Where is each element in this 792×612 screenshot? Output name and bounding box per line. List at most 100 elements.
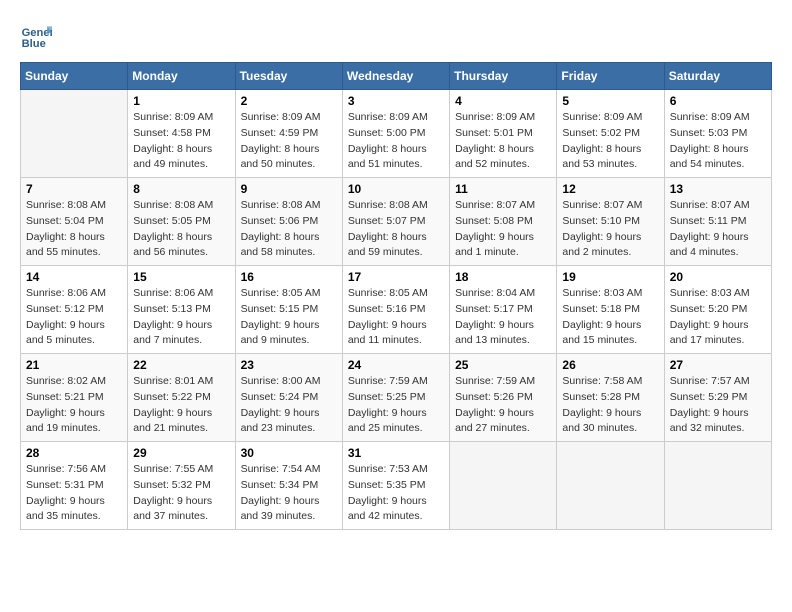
day-info: Sunrise: 8:09 AMSunset: 5:03 PMDaylight:… — [670, 110, 766, 173]
calendar-day — [557, 442, 664, 530]
day-info: Sunrise: 8:08 AMSunset: 5:07 PMDaylight:… — [348, 198, 444, 261]
logo: General Blue — [20, 20, 56, 52]
day-number: 4 — [455, 94, 551, 108]
day-info: Sunrise: 7:58 AMSunset: 5:28 PMDaylight:… — [562, 374, 658, 437]
calendar-day: 19 Sunrise: 8:03 AMSunset: 5:18 PMDayligh… — [557, 266, 664, 354]
calendar-day: 18 Sunrise: 8:04 AMSunset: 5:17 PMDayligh… — [450, 266, 557, 354]
day-number: 31 — [348, 446, 444, 460]
calendar-day: 21 Sunrise: 8:02 AMSunset: 5:21 PMDayligh… — [21, 354, 128, 442]
calendar-day: 16 Sunrise: 8:05 AMSunset: 5:15 PMDayligh… — [235, 266, 342, 354]
day-number: 10 — [348, 182, 444, 196]
day-info: Sunrise: 8:07 AMSunset: 5:10 PMDaylight:… — [562, 198, 658, 261]
calendar-day: 22 Sunrise: 8:01 AMSunset: 5:22 PMDayligh… — [128, 354, 235, 442]
calendar-day: 14 Sunrise: 8:06 AMSunset: 5:12 PMDayligh… — [21, 266, 128, 354]
day-info: Sunrise: 7:56 AMSunset: 5:31 PMDaylight:… — [26, 462, 122, 525]
calendar-day: 24 Sunrise: 7:59 AMSunset: 5:25 PMDayligh… — [342, 354, 449, 442]
day-info: Sunrise: 8:07 AMSunset: 5:08 PMDaylight:… — [455, 198, 551, 261]
day-number: 17 — [348, 270, 444, 284]
calendar-day: 27Sunrise: 7:57 AMSunset: 5:29 PMDayligh… — [664, 354, 771, 442]
day-number: 24 — [348, 358, 444, 372]
calendar-day: 26 Sunrise: 7:58 AMSunset: 5:28 PMDayligh… — [557, 354, 664, 442]
day-info: Sunrise: 8:03 AMSunset: 5:18 PMDaylight:… — [562, 286, 658, 349]
calendar-day: 17 Sunrise: 8:05 AMSunset: 5:16 PMDayligh… — [342, 266, 449, 354]
day-number: 6 — [670, 94, 766, 108]
day-info: Sunrise: 8:06 AMSunset: 5:13 PMDaylight:… — [133, 286, 229, 349]
calendar-day: 30 Sunrise: 7:54 AMSunset: 5:34 PMDayligh… — [235, 442, 342, 530]
calendar-day: 11 Sunrise: 8:07 AMSunset: 5:08 PMDayligh… — [450, 178, 557, 266]
day-info: Sunrise: 8:09 AMSunset: 5:02 PMDaylight:… — [562, 110, 658, 173]
calendar-week-1: 1Sunrise: 8:09 AMSunset: 4:58 PMDaylight… — [21, 90, 772, 178]
day-number: 28 — [26, 446, 122, 460]
day-info: Sunrise: 8:05 AMSunset: 5:16 PMDaylight:… — [348, 286, 444, 349]
day-info: Sunrise: 7:59 AMSunset: 5:26 PMDaylight:… — [455, 374, 551, 437]
day-info: Sunrise: 8:08 AMSunset: 5:04 PMDaylight:… — [26, 198, 122, 261]
weekday-header-wednesday: Wednesday — [342, 63, 449, 90]
calendar-day — [664, 442, 771, 530]
calendar-body: 1Sunrise: 8:09 AMSunset: 4:58 PMDaylight… — [21, 90, 772, 530]
calendar-day: 7Sunrise: 8:08 AMSunset: 5:04 PMDaylight… — [21, 178, 128, 266]
day-info: Sunrise: 8:04 AMSunset: 5:17 PMDaylight:… — [455, 286, 551, 349]
day-info: Sunrise: 8:09 AMSunset: 4:59 PMDaylight:… — [241, 110, 337, 173]
weekday-header-tuesday: Tuesday — [235, 63, 342, 90]
day-number: 27 — [670, 358, 766, 372]
day-number: 22 — [133, 358, 229, 372]
day-number: 16 — [241, 270, 337, 284]
day-info: Sunrise: 8:07 AMSunset: 5:11 PMDaylight:… — [670, 198, 766, 261]
day-number: 19 — [562, 270, 658, 284]
day-info: Sunrise: 7:55 AMSunset: 5:32 PMDaylight:… — [133, 462, 229, 525]
logo-icon: General Blue — [20, 20, 52, 52]
day-info: Sunrise: 7:59 AMSunset: 5:25 PMDaylight:… — [348, 374, 444, 437]
day-number: 2 — [241, 94, 337, 108]
calendar-day — [450, 442, 557, 530]
day-info: Sunrise: 7:54 AMSunset: 5:34 PMDaylight:… — [241, 462, 337, 525]
calendar-day: 23 Sunrise: 8:00 AMSunset: 5:24 PMDayligh… — [235, 354, 342, 442]
day-info: Sunrise: 8:06 AMSunset: 5:12 PMDaylight:… — [26, 286, 122, 349]
calendar-day: 10 Sunrise: 8:08 AMSunset: 5:07 PMDayligh… — [342, 178, 449, 266]
day-number: 30 — [241, 446, 337, 460]
calendar-day: 29Sunrise: 7:55 AMSunset: 5:32 PMDayligh… — [128, 442, 235, 530]
day-info: Sunrise: 8:05 AMSunset: 5:15 PMDaylight:… — [241, 286, 337, 349]
day-number: 8 — [133, 182, 229, 196]
day-number: 15 — [133, 270, 229, 284]
page-header: General Blue — [20, 20, 772, 52]
day-number: 3 — [348, 94, 444, 108]
calendar-day: 20Sunrise: 8:03 AMSunset: 5:20 PMDayligh… — [664, 266, 771, 354]
weekday-header-thursday: Thursday — [450, 63, 557, 90]
day-info: Sunrise: 8:01 AMSunset: 5:22 PMDaylight:… — [133, 374, 229, 437]
day-info: Sunrise: 8:08 AMSunset: 5:06 PMDaylight:… — [241, 198, 337, 261]
weekday-header-sunday: Sunday — [21, 63, 128, 90]
day-number: 5 — [562, 94, 658, 108]
day-info: Sunrise: 8:08 AMSunset: 5:05 PMDaylight:… — [133, 198, 229, 261]
day-number: 20 — [670, 270, 766, 284]
weekday-header-row: SundayMondayTuesdayWednesdayThursdayFrid… — [21, 63, 772, 90]
calendar-day: 15 Sunrise: 8:06 AMSunset: 5:13 PMDayligh… — [128, 266, 235, 354]
day-number: 12 — [562, 182, 658, 196]
day-number: 18 — [455, 270, 551, 284]
day-info: Sunrise: 7:53 AMSunset: 5:35 PMDaylight:… — [348, 462, 444, 525]
day-info: Sunrise: 8:00 AMSunset: 5:24 PMDaylight:… — [241, 374, 337, 437]
calendar-week-3: 14 Sunrise: 8:06 AMSunset: 5:12 PMDayligh… — [21, 266, 772, 354]
day-number: 23 — [241, 358, 337, 372]
day-number: 14 — [26, 270, 122, 284]
day-number: 13 — [670, 182, 766, 196]
weekday-header-saturday: Saturday — [664, 63, 771, 90]
calendar-day: 2 Sunrise: 8:09 AMSunset: 4:59 PMDaylight… — [235, 90, 342, 178]
day-number: 11 — [455, 182, 551, 196]
day-number: 26 — [562, 358, 658, 372]
weekday-header-monday: Monday — [128, 63, 235, 90]
day-number: 9 — [241, 182, 337, 196]
calendar-day: 28 Sunrise: 7:56 AMSunset: 5:31 PMDayligh… — [21, 442, 128, 530]
svg-text:Blue: Blue — [22, 38, 46, 50]
calendar-week-2: 7Sunrise: 8:08 AMSunset: 5:04 PMDaylight… — [21, 178, 772, 266]
calendar-day: 4 Sunrise: 8:09 AMSunset: 5:01 PMDaylight… — [450, 90, 557, 178]
calendar-day: 12 Sunrise: 8:07 AMSunset: 5:10 PMDayligh… — [557, 178, 664, 266]
calendar-day: 9 Sunrise: 8:08 AMSunset: 5:06 PMDaylight… — [235, 178, 342, 266]
calendar-day: 8 Sunrise: 8:08 AMSunset: 5:05 PMDaylight… — [128, 178, 235, 266]
calendar-day: 13 Sunrise: 8:07 AMSunset: 5:11 PMDayligh… — [664, 178, 771, 266]
calendar-day: 1Sunrise: 8:09 AMSunset: 4:58 PMDaylight… — [128, 90, 235, 178]
day-info: Sunrise: 8:09 AMSunset: 5:00 PMDaylight:… — [348, 110, 444, 173]
day-info: Sunrise: 8:09 AMSunset: 5:01 PMDaylight:… — [455, 110, 551, 173]
day-number: 21 — [26, 358, 122, 372]
calendar-week-5: 28 Sunrise: 7:56 AMSunset: 5:31 PMDayligh… — [21, 442, 772, 530]
day-info: Sunrise: 8:02 AMSunset: 5:21 PMDaylight:… — [26, 374, 122, 437]
